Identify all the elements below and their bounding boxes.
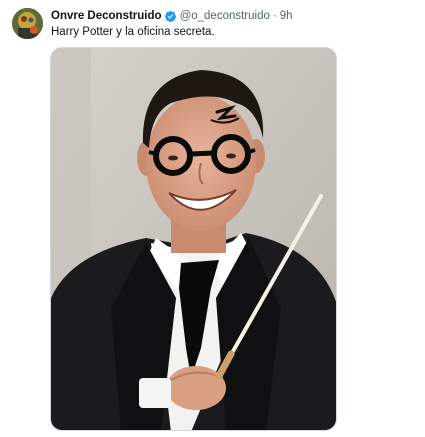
harry-potter-conductor-photo bbox=[51, 48, 336, 430]
tweet-text: Harry Potter y la oficina secreta. bbox=[51, 26, 215, 38]
avatar-image bbox=[12, 8, 43, 39]
author-name[interactable]: Onvre Deconstruido bbox=[51, 8, 162, 24]
verified-badge-icon bbox=[164, 10, 177, 23]
author-handle[interactable]: @o_deconstruido bbox=[180, 8, 270, 24]
tweet-header: Onvre Deconstruido @o_deconstruido · 9h bbox=[51, 8, 293, 24]
tweet[interactable]: Onvre Deconstruido @o_deconstruido · 9h … bbox=[0, 0, 425, 437]
separator-dot: · bbox=[272, 10, 277, 22]
avatar[interactable] bbox=[12, 8, 43, 39]
tweet-image[interactable] bbox=[50, 47, 337, 431]
timestamp[interactable]: 9h bbox=[280, 8, 293, 24]
